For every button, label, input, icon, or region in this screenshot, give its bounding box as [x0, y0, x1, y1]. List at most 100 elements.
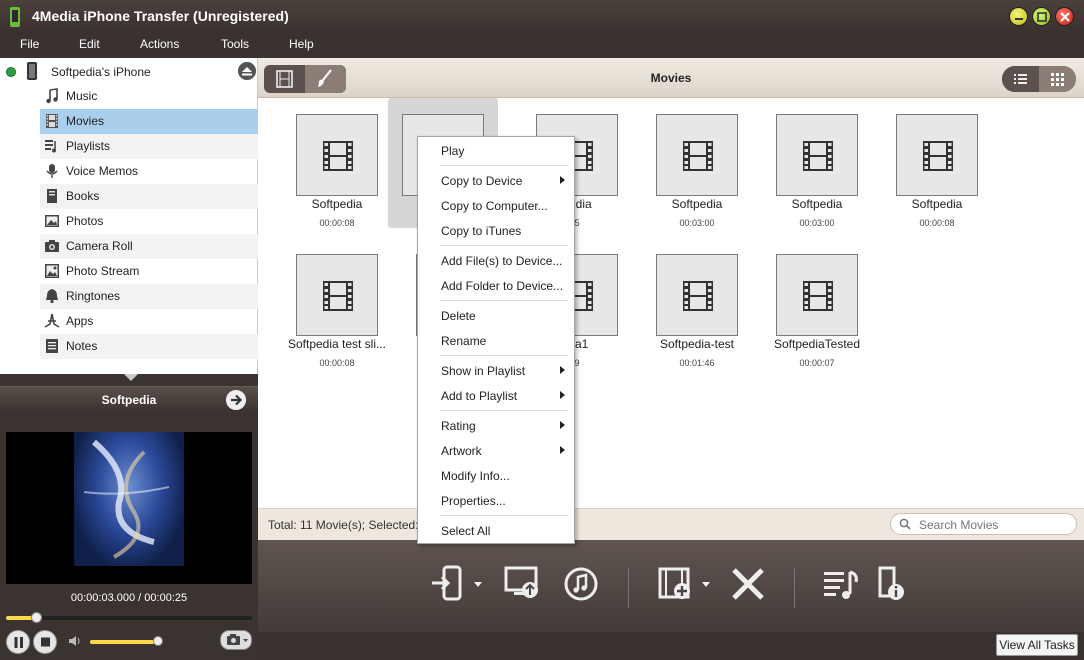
- sidebar-item-label: Books: [66, 189, 100, 203]
- menu-tools[interactable]: Tools: [221, 37, 249, 51]
- context-menu-item[interactable]: Rename: [418, 328, 574, 353]
- film-strip-icon: [803, 141, 833, 171]
- grid-view-button[interactable]: [1039, 66, 1076, 92]
- menu-edit[interactable]: Edit: [79, 37, 100, 51]
- snapshot-button[interactable]: [220, 630, 252, 650]
- collapse-arrow-icon[interactable]: [124, 374, 138, 381]
- context-menu-item[interactable]: Add to Playlist: [418, 383, 574, 408]
- search-input[interactable]: [919, 517, 1069, 533]
- sidebar-item-playlists[interactable]: Playlists: [40, 134, 258, 159]
- pause-button[interactable]: [6, 630, 30, 654]
- movie-tile[interactable]: SoftpediaTested 00:00:07: [762, 238, 872, 368]
- movie-thumbnail: [656, 254, 738, 336]
- sidebar-item-movies[interactable]: Movies: [40, 109, 258, 134]
- movie-tile[interactable]: Softpedia-test 00:01:46: [642, 238, 752, 368]
- context-menu-item[interactable]: Properties...: [418, 488, 574, 513]
- copy-to-itunes-button[interactable]: [560, 564, 604, 604]
- context-menu-item[interactable]: Modify Info...: [418, 463, 574, 488]
- properties-button[interactable]: [870, 564, 914, 604]
- main-toolbar: Movies: [258, 58, 1084, 98]
- film-strip-icon: [323, 141, 353, 171]
- movie-tile[interactable]: Softpedia test sli... 00:00:08: [282, 238, 392, 368]
- context-menu-item[interactable]: Copy to iTunes: [418, 218, 574, 243]
- context-menu-item[interactable]: Play: [418, 138, 574, 163]
- context-menu-label: Artwork: [441, 444, 482, 458]
- context-menu-item[interactable]: Select All: [418, 518, 574, 543]
- context-menu-label: Copy to Device: [441, 174, 523, 188]
- movie-tile[interactable]: Softpedia 00:00:08: [882, 98, 992, 228]
- maximize-icon: [1037, 12, 1047, 22]
- movie-thumbnail: [296, 114, 378, 196]
- context-menu-item[interactable]: Rating: [418, 413, 574, 438]
- sidebar-item-label: Photo Stream: [66, 264, 140, 278]
- movie-grid: Softpedia 00:00:08 pedia 5 Softpedia 00:03:00…: [258, 98, 1084, 508]
- context-menu-item[interactable]: Artwork: [418, 438, 574, 463]
- delete-button[interactable]: [726, 564, 770, 604]
- microphone-icon: [46, 164, 58, 178]
- volume-slider[interactable]: [90, 636, 164, 646]
- menu-file[interactable]: File: [20, 37, 39, 51]
- add-movie-button[interactable]: [656, 564, 716, 604]
- context-menu-item[interactable]: Add Folder to Device...: [418, 273, 574, 298]
- context-menu-item[interactable]: Copy to Computer...: [418, 193, 574, 218]
- preview-header: Softpedia: [0, 386, 258, 412]
- close-button[interactable]: [1055, 7, 1074, 26]
- video-preview[interactable]: [6, 432, 252, 584]
- sidebar-item-apps[interactable]: Apps: [40, 309, 258, 334]
- playback-timecode: 00:00:03.000 / 00:00:25: [70, 592, 188, 604]
- sidebar-item-camera-roll[interactable]: Camera Roll: [40, 234, 258, 259]
- list-icon: [1014, 74, 1027, 84]
- context-menu-label: Copy to Computer...: [441, 199, 548, 213]
- preview-title: Softpedia: [101, 393, 157, 407]
- copy-to-computer-button[interactable]: [502, 564, 546, 604]
- submenu-arrow-icon: [560, 446, 565, 454]
- volume-handle[interactable]: [153, 636, 164, 646]
- status-text: Total: 11 Movie(s); Selected:: [268, 518, 419, 532]
- camera-icon: [227, 634, 248, 645]
- add-to-playlist-button[interactable]: [820, 564, 864, 604]
- context-menu-item[interactable]: Add File(s) to Device...: [418, 248, 574, 273]
- volume-level: [90, 640, 159, 644]
- menu-help[interactable]: Help: [289, 37, 314, 51]
- context-menu-item[interactable]: Show in Playlist: [418, 358, 574, 383]
- arrow-right-icon[interactable]: [226, 390, 246, 410]
- copy-to-device-button[interactable]: [430, 564, 490, 604]
- movie-duration: 00:00:08: [319, 218, 355, 228]
- context-menu-item[interactable]: Copy to Device: [418, 168, 574, 193]
- maximize-button[interactable]: [1032, 7, 1051, 26]
- sidebar-item-label: Photos: [66, 214, 104, 228]
- sidebar-item-notes[interactable]: Notes: [40, 334, 258, 359]
- sidebar-item-photos[interactable]: Photos: [40, 209, 258, 234]
- sidebar-item-music[interactable]: Music: [40, 84, 258, 109]
- add-film-icon: [658, 567, 710, 599]
- search-box[interactable]: [890, 513, 1077, 535]
- movie-tile[interactable]: Softpedia 00:03:00: [642, 98, 752, 228]
- movie-tile[interactable]: Softpedia 00:00:08: [282, 98, 392, 228]
- seek-handle[interactable]: [30, 612, 42, 623]
- sidebar-item-photo-stream[interactable]: Photo Stream: [40, 259, 258, 284]
- device-row[interactable]: Softpedia's iPhone: [0, 60, 258, 84]
- volume-icon[interactable]: [68, 635, 82, 647]
- menu-bar: File Edit Actions Tools Help: [0, 34, 1084, 58]
- sidebar-item-books[interactable]: Books: [40, 184, 258, 209]
- eject-icon[interactable]: [238, 62, 256, 80]
- minimize-button[interactable]: [1009, 7, 1028, 26]
- context-menu-item[interactable]: Delete: [418, 303, 574, 328]
- menu-actions[interactable]: Actions: [140, 37, 179, 51]
- film-strip-icon: [803, 281, 833, 311]
- list-view-button[interactable]: [1002, 66, 1039, 92]
- pause-icon: [14, 637, 23, 648]
- context-menu-separator: [440, 355, 568, 356]
- view-all-tasks-button[interactable]: View All Tasks: [996, 634, 1078, 656]
- seek-slider[interactable]: [6, 612, 252, 623]
- page-title: Movies: [650, 71, 692, 85]
- stop-button[interactable]: [33, 630, 57, 654]
- context-menu-separator: [440, 410, 568, 411]
- sidebar-item-label: Playlists: [66, 139, 111, 153]
- sidebar-item-ringtones[interactable]: Ringtones: [40, 284, 258, 309]
- context-menu-label: Play: [441, 144, 465, 158]
- sidebar-item-voice-memos[interactable]: Voice Memos: [40, 159, 258, 184]
- video-frame-image: [74, 432, 184, 566]
- movie-duration: 00:01:46: [679, 358, 715, 368]
- movie-tile[interactable]: Softpedia 00:03:00: [762, 98, 872, 228]
